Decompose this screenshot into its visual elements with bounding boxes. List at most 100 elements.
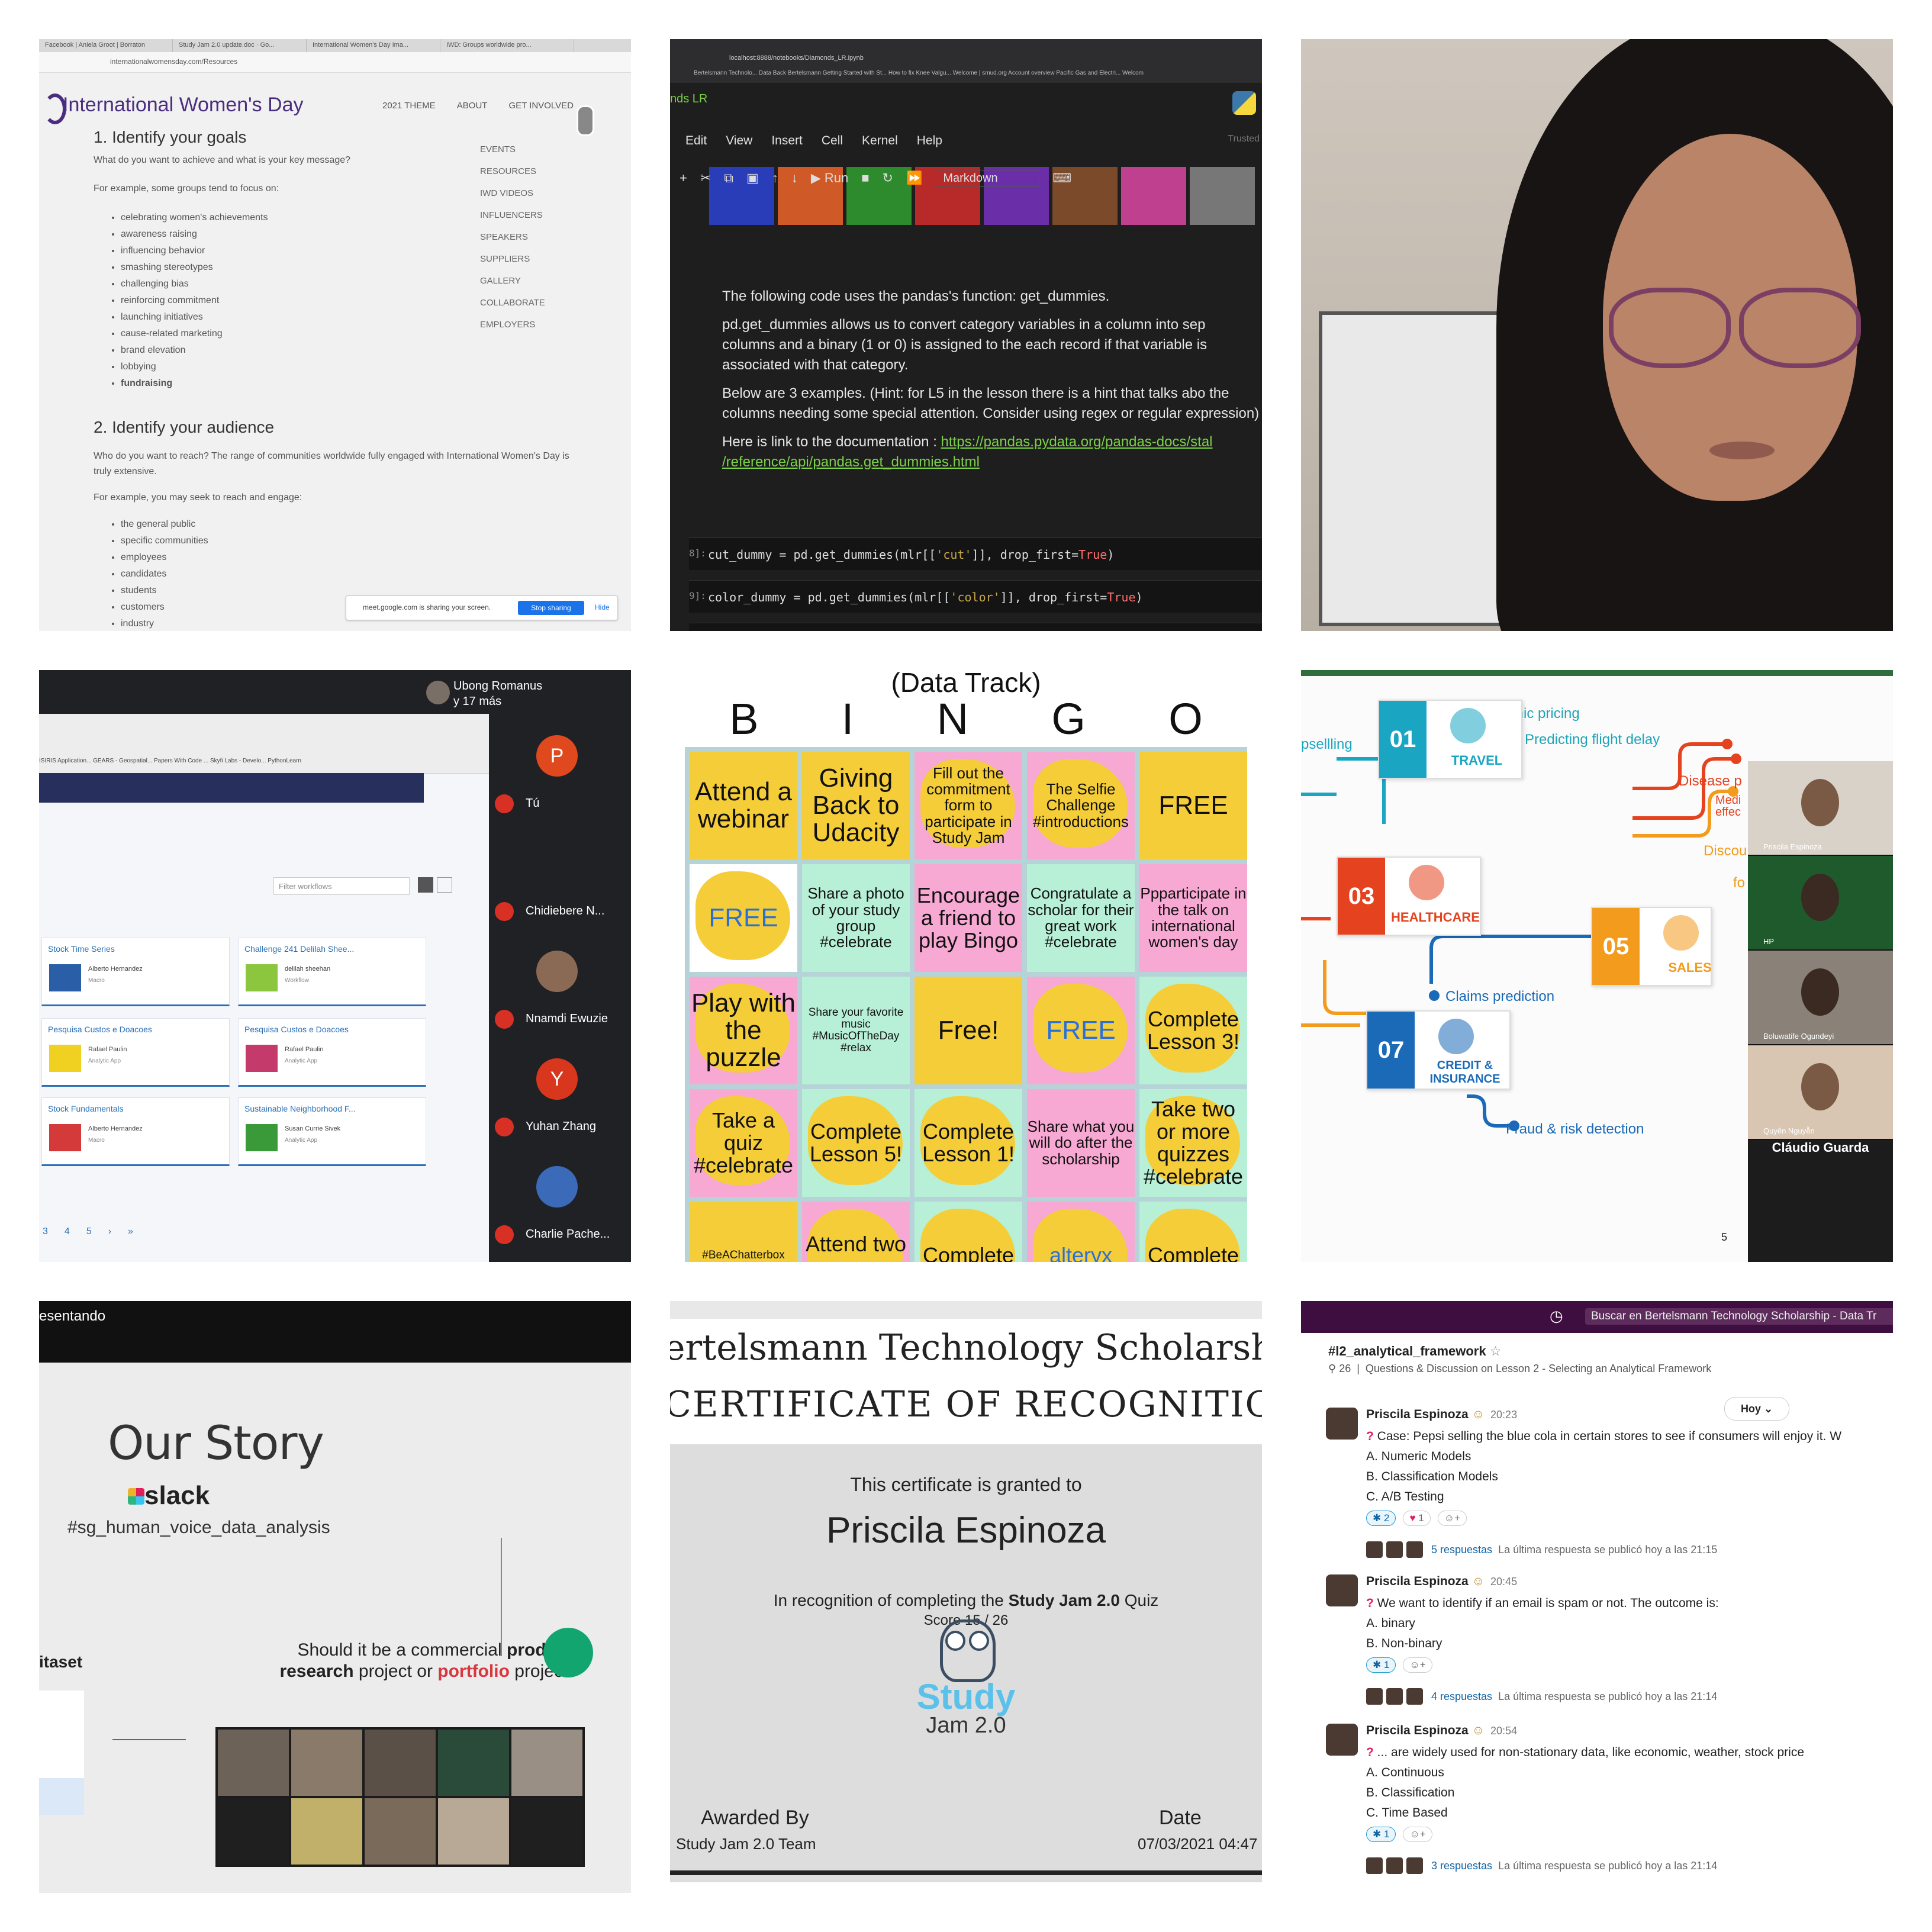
side-menu-item[interactable]: GALLERY — [480, 270, 545, 292]
menu-cell[interactable]: Cell — [822, 134, 843, 157]
bingo-cell[interactable]: Complete Lesson 5! — [802, 1089, 910, 1197]
card-title[interactable]: Pesquisa Custos e Doacoes — [48, 1025, 152, 1034]
avatar[interactable] — [1326, 1408, 1358, 1440]
bingo-cell[interactable]: alteryx — [1027, 1202, 1135, 1262]
card-title[interactable]: Pesquisa Custos e Doacoes — [244, 1025, 349, 1034]
gallery-card[interactable]: Sustainable Neighborhood F... Susan Curri… — [238, 1097, 426, 1166]
bingo-cell[interactable]: #BeAChatterbox — [690, 1202, 797, 1262]
menu-help[interactable]: Help — [917, 134, 942, 157]
code-cell[interactable]: 9]: color_dummy = pd.get_dummies(mlr[['co… — [689, 580, 1262, 613]
gallery-card[interactable]: Pesquisa Custos e Doacoes Rafael Paulin An… — [41, 1018, 230, 1087]
bingo-cell[interactable]: Share your favorite music #MusicOfTheDay… — [802, 977, 910, 1084]
filter-workflows-input[interactable]: Filter workflows — [273, 877, 410, 895]
thread-replies[interactable]: 5 respuestas La última respuesta se publi… — [1366, 1541, 1717, 1559]
bingo-cell[interactable]: Share a photo of your study group #celeb… — [802, 864, 910, 972]
avatar[interactable] — [1326, 1574, 1358, 1606]
bingo-cell[interactable]: Encourage a friend to play Bingo — [915, 864, 1022, 972]
stop-icon[interactable]: ■ — [861, 170, 869, 186]
star-icon[interactable]: ☆ — [1490, 1344, 1502, 1358]
move-up-icon[interactable]: ↑ — [772, 170, 778, 186]
thread-replies[interactable]: 4 respuestas La última respuesta se publi… — [1366, 1688, 1717, 1706]
history-icon[interactable]: ◷ — [1550, 1307, 1563, 1325]
reaction-chip[interactable]: ✱ 2 — [1366, 1511, 1396, 1526]
cell-type-select[interactable]: Markdown — [935, 169, 1040, 187]
message-time[interactable]: 20:23 — [1490, 1409, 1517, 1421]
page-link[interactable]: › — [108, 1226, 111, 1237]
side-menu-item[interactable]: EMPLOYERS — [480, 314, 545, 336]
bingo-cell[interactable]: Free! — [915, 977, 1022, 1084]
bingo-cell[interactable]: FREE — [1139, 752, 1247, 859]
bingo-cell[interactable]: Congratulate a scholar for their great w… — [1027, 864, 1135, 972]
bingo-cell[interactable]: Fill out the commitment form to particip… — [915, 752, 1022, 859]
gallery-card[interactable]: Challenge 241 Delilah Shee... delilah she… — [238, 938, 426, 1006]
paste-icon[interactable]: ▣ — [746, 170, 759, 186]
gallery-card[interactable]: Stock Fundamentals Alberto Hernandez Macro — [41, 1097, 230, 1166]
side-menu-item[interactable]: EVENTS — [480, 139, 545, 160]
heart-reaction-chip[interactable]: ♥ 1 — [1403, 1511, 1431, 1526]
bingo-cell[interactable]: Complete — [915, 1202, 1022, 1262]
slack-search-input[interactable]: Buscar en Bertelsmann Technology Scholar… — [1585, 1308, 1893, 1325]
nav-about-link[interactable]: ABOUT — [457, 101, 488, 111]
copy-icon[interactable]: ⧉ — [724, 170, 733, 186]
add-reaction-icon[interactable]: ☺+ — [1403, 1827, 1432, 1842]
nav-get-involved-link[interactable]: GET INVOLVED — [508, 101, 573, 111]
member-count[interactable]: 26 — [1339, 1363, 1351, 1374]
restart-icon[interactable]: ↻ — [883, 170, 893, 186]
message-author[interactable]: Priscila Espinoza — [1366, 1408, 1469, 1421]
thread-replies[interactable]: 3 respuestas La última respuesta se publi… — [1366, 1857, 1717, 1875]
bingo-cell[interactable]: Attend a webinar — [690, 752, 797, 859]
bingo-cell[interactable]: Complete Lesson 1! — [915, 1089, 1022, 1197]
url-text[interactable]: localhost:8888/notebooks/Diamonds_LR.ipy… — [729, 54, 864, 62]
hide-button[interactable]: Hide — [595, 603, 610, 611]
bingo-cell[interactable]: The Selfie Challenge #introductions — [1027, 752, 1135, 859]
message-time[interactable]: 20:54 — [1490, 1725, 1517, 1737]
side-menu-item[interactable]: SUPPLIERS — [480, 248, 545, 270]
code-cell[interactable]: 0]:clarity_dummy = pd.get_dummies(mlr[['… — [689, 623, 1262, 631]
move-down-icon[interactable]: ↓ — [791, 170, 798, 186]
fast-forward-icon[interactable]: ⏩ — [906, 170, 922, 186]
browser-tab[interactable]: International Women's Day Ima... — [307, 39, 440, 52]
address-bar[interactable]: internationalwomensday.com/Resources — [39, 52, 631, 73]
browser-tab[interactable]: Facebook | Aniela Groot | Borraton — [39, 39, 173, 52]
message-time[interactable]: 20:45 — [1490, 1576, 1517, 1588]
side-menu-item[interactable]: SPEAKERS — [480, 226, 545, 248]
card-title[interactable]: Challenge 241 Delilah Shee... — [244, 944, 354, 954]
add-cell-icon[interactable]: + — [680, 170, 687, 186]
side-menu-item[interactable]: IWD VIDEOS — [480, 182, 545, 204]
browser-tab[interactable]: Study Jam 2.0 update.doc · Go... — [173, 39, 307, 52]
menu-view[interactable]: View — [726, 134, 752, 157]
bingo-cell[interactable]: Take a quiz #celebrate — [690, 1089, 797, 1197]
page-link[interactable]: 4 — [65, 1226, 70, 1237]
markdown-cell[interactable]: The following code uses the pandas's fun… — [722, 286, 1262, 481]
notebook-name[interactable]: nds LR — [670, 92, 707, 106]
stop-sharing-button[interactable]: Stop sharing — [518, 601, 584, 615]
bookmarks-bar[interactable]: Bertelsmann Technolo... Data Back Bertel… — [694, 70, 1144, 76]
reaction-chip[interactable]: ✱ 1 — [1366, 1827, 1396, 1842]
nav-theme-link[interactable]: 2021 THEME — [382, 101, 436, 111]
side-menu-item[interactable]: RESOURCES — [480, 160, 545, 182]
menu-kernel[interactable]: Kernel — [862, 134, 898, 157]
menu-edit[interactable]: Edit — [685, 134, 707, 157]
run-button[interactable]: ▶ Run — [811, 170, 848, 186]
channel-name[interactable]: #l2_analytical_framework ☆ — [1328, 1344, 1501, 1359]
bingo-cell[interactable]: Complete — [1139, 1202, 1247, 1262]
page-link[interactable]: » — [128, 1226, 133, 1237]
list-view-icon[interactable] — [437, 877, 452, 893]
side-menu-item[interactable]: COLLABORATE — [480, 292, 545, 314]
bingo-cell[interactable]: Giving Back to Udacity — [802, 752, 910, 859]
menu-insert[interactable]: Insert — [771, 134, 803, 157]
page-link[interactable]: 3 — [43, 1226, 48, 1237]
card-title[interactable]: Sustainable Neighborhood F... — [244, 1104, 356, 1113]
bingo-cell[interactable]: Attend two or — [802, 1202, 910, 1262]
bingo-cell[interactable]: FREE — [690, 864, 797, 972]
bingo-cell[interactable]: Share what you will do after the scholar… — [1027, 1089, 1135, 1197]
card-title[interactable]: Stock Fundamentals — [48, 1104, 124, 1113]
bingo-cell[interactable]: FREE — [1027, 977, 1135, 1084]
card-title[interactable]: Stock Time Series — [48, 944, 115, 954]
bingo-cell[interactable]: Complete Lesson 3! — [1139, 977, 1247, 1084]
cut-icon[interactable]: ✂ — [700, 170, 711, 186]
avatar[interactable] — [1326, 1724, 1358, 1756]
reaction-chip[interactable]: ✱ 1 — [1366, 1657, 1396, 1673]
side-menu-item[interactable]: INFLUENCERS — [480, 204, 545, 226]
page-link[interactable]: 5 — [86, 1226, 92, 1237]
